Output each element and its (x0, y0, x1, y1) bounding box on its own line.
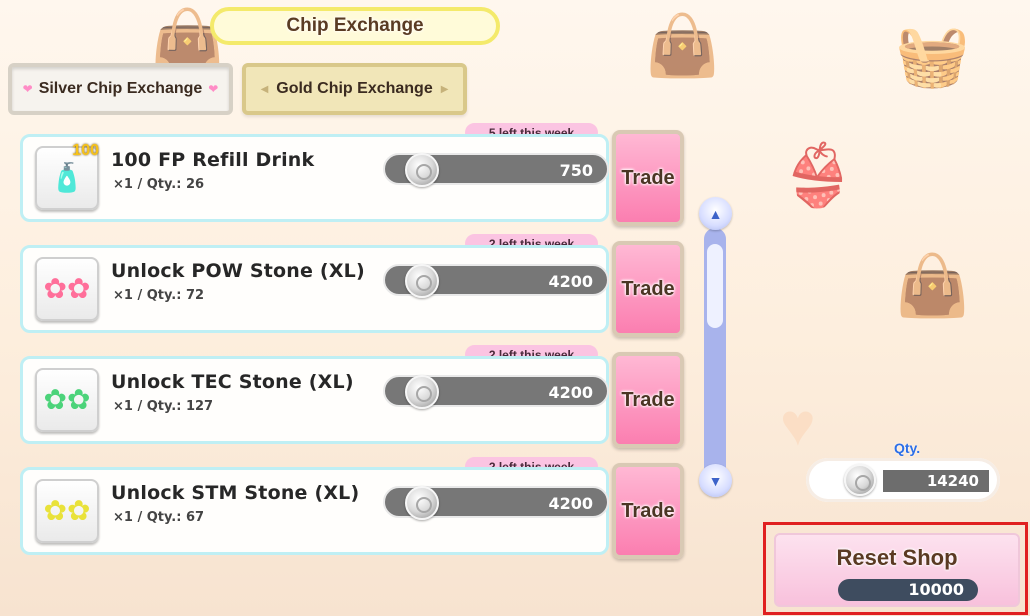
silver-chip-icon (405, 375, 439, 409)
bag-decoration-icon: 👜 (645, 12, 720, 79)
tab-silver-chip-exchange[interactable]: ❤ Silver Chip Exchange ❤ (8, 63, 233, 115)
item-count-tag: 100 (72, 142, 99, 159)
item-quantity: ×1 / Qty.: 72 (113, 288, 205, 303)
tab-gold-chip-exchange[interactable]: ◀ Gold Chip Exchange ▶ (242, 63, 467, 115)
tab-label: Silver Chip Exchange (38, 80, 203, 97)
price-value: 4200 (548, 383, 593, 402)
trade-button[interactable]: Trade (612, 463, 684, 559)
item-quantity: ×1 / Qty.: 127 (113, 399, 214, 414)
item-thumbnail: ✿✿ (35, 479, 99, 543)
list-item: ✿✿ Unlock POW Stone (XL) ×1 / Qty.: 72 4… (20, 245, 609, 333)
chip-balance: 14240 (806, 458, 1000, 502)
chevron-up-icon: ▲ (708, 205, 723, 222)
list-item: ✿✿ Unlock STM Stone (XL) ×1 / Qty.: 67 4… (20, 467, 609, 555)
chevron-down-icon: ▼ (708, 472, 723, 489)
item-thumbnail: ✿✿ (35, 257, 99, 321)
heart-decoration-icon: ♥ (780, 391, 816, 458)
price-value: 4200 (548, 494, 593, 513)
reset-shop-button[interactable]: Reset Shop 10000 (774, 533, 1020, 607)
item-thumbnail: 🧴 100 (35, 142, 99, 210)
price-bar: 4200 (383, 375, 609, 409)
heart-icon: ❤ (22, 82, 33, 96)
chip-balance-value: 14240 (883, 470, 989, 492)
scrollbar-track[interactable] (704, 228, 726, 478)
item-quantity: ×1 / Qty.: 67 (113, 510, 205, 525)
silver-chip-icon (405, 153, 439, 187)
drink-icon: 🧴 (49, 162, 85, 193)
reset-shop-highlight: Reset Shop 10000 (763, 522, 1028, 615)
item-name: 100 FP Refill Drink (111, 149, 315, 171)
silver-chip-icon (844, 464, 876, 496)
yellow-stone-icon: ✿✿ (43, 495, 91, 526)
silver-chip-icon (405, 486, 439, 520)
scroll-up-button[interactable]: ▲ (699, 197, 732, 230)
scroll-down-button[interactable]: ▼ (699, 464, 732, 497)
bag-decoration-icon: 👜 (895, 252, 970, 319)
list-item: ✿✿ Unlock TEC Stone (XL) ×1 / Qty.: 127 … (20, 356, 609, 444)
price-bar: 4200 (383, 264, 609, 298)
silver-chip-icon (405, 264, 439, 298)
tab-label: Gold Chip Exchange (276, 80, 433, 97)
green-stone-icon: ✿✿ (43, 384, 91, 415)
reset-shop-cost: 10000 (838, 579, 978, 601)
triangle-left-icon: ◀ (260, 83, 269, 95)
trade-button[interactable]: Trade (612, 352, 684, 448)
page-title: Chip Exchange (210, 7, 500, 45)
item-quantity: ×1 / Qty.: 26 (113, 177, 205, 192)
triangle-right-icon: ▶ (440, 83, 449, 95)
trade-button[interactable]: Trade (612, 241, 684, 337)
price-bar: 750 (383, 153, 609, 187)
swimsuit-decoration-icon: 👙 (780, 142, 855, 209)
reset-shop-label: Reset Shop (836, 545, 958, 570)
scrollbar-thumb[interactable] (707, 244, 723, 328)
item-name: Unlock STM Stone (XL) (111, 482, 360, 504)
chip-balance-label: Qty. (894, 440, 921, 456)
price-value: 4200 (548, 272, 593, 291)
price-value: 750 (559, 161, 593, 180)
list-item: 🧴 100 100 FP Refill Drink ×1 / Qty.: 26 … (20, 134, 609, 222)
trade-button[interactable]: Trade (612, 130, 684, 226)
price-bar: 4200 (383, 486, 609, 520)
item-name: Unlock POW Stone (XL) (111, 260, 365, 282)
heart-icon: ❤ (208, 82, 219, 96)
basket-decoration-icon: 🧺 (895, 22, 970, 89)
item-name: Unlock TEC Stone (XL) (111, 371, 354, 393)
item-thumbnail: ✿✿ (35, 368, 99, 432)
pink-stone-icon: ✿✿ (43, 273, 91, 304)
